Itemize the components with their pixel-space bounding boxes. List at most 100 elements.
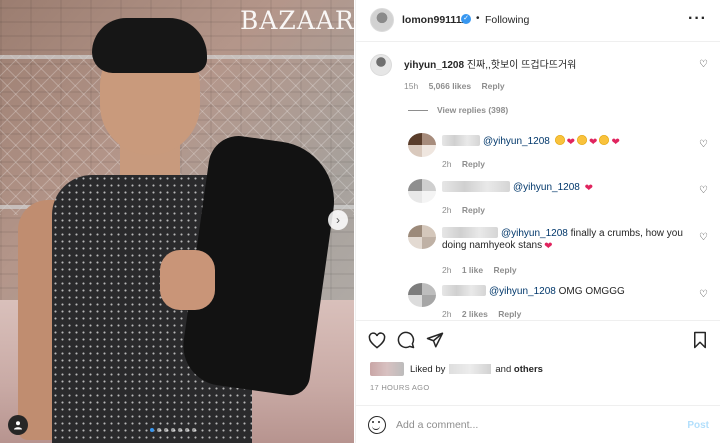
ellipsis-icon[interactable]: ··· bbox=[688, 10, 707, 28]
liked-by-and: and bbox=[495, 363, 512, 375]
comment-icon[interactable] bbox=[397, 331, 415, 349]
emoji-smile-icon[interactable] bbox=[368, 416, 386, 434]
author-avatar[interactable] bbox=[370, 8, 394, 32]
heart-outline-icon[interactable] bbox=[368, 331, 386, 349]
liked-by-others[interactable]: others bbox=[514, 364, 543, 375]
heart-eyes-emoji-icon bbox=[599, 135, 610, 145]
reply-likes-count[interactable]: 2 likes bbox=[462, 309, 488, 319]
carousel-dot bbox=[192, 428, 196, 432]
reply-like-heart-icon[interactable]: ♡ bbox=[699, 186, 709, 196]
post-actions-bar bbox=[356, 320, 720, 360]
next-photo-button[interactable]: › bbox=[328, 210, 348, 230]
view-replies-label: View replies (398) bbox=[437, 105, 509, 115]
red-heart-emoji-icon: ❤ bbox=[589, 137, 598, 148]
person-hair bbox=[92, 18, 207, 73]
redacted-liker-name bbox=[449, 364, 492, 374]
reply-like-heart-icon[interactable]: ♡ bbox=[699, 233, 709, 243]
reply-body-continued: doing namhyeok stans ❤ bbox=[442, 240, 552, 252]
heart-eyes-emoji-icon bbox=[554, 135, 565, 145]
red-heart-emoji-icon: ❤ bbox=[611, 137, 620, 148]
reply-mention[interactable]: @yihyun_1208 bbox=[513, 182, 580, 193]
view-replies-button[interactable]: View replies (398) bbox=[408, 105, 508, 115]
comment-like-heart-icon[interactable]: ♡ bbox=[699, 60, 709, 70]
reply-like-heart-icon[interactable]: ♡ bbox=[699, 290, 709, 300]
reply-reply-button[interactable]: Reply bbox=[494, 265, 517, 275]
author-username[interactable]: lomon991111 bbox=[402, 14, 467, 26]
post-button[interactable]: Post bbox=[687, 420, 709, 431]
comment-input[interactable] bbox=[396, 415, 666, 435]
tagged-users-button[interactable] bbox=[8, 415, 28, 435]
reply-meta: 2h Reply bbox=[442, 159, 485, 169]
post-header: lomon991111 ✓ • Following ··· bbox=[356, 0, 720, 42]
post-timestamp: 17 HOURS AGO bbox=[370, 383, 430, 392]
carousel-dot bbox=[150, 428, 154, 432]
reply-reply-button[interactable]: Reply bbox=[462, 205, 485, 215]
reply-text: OMG OMGGG bbox=[555, 286, 625, 297]
red-heart-emoji-icon: ❤ bbox=[544, 241, 553, 252]
red-heart-emoji-icon: ❤ bbox=[566, 137, 576, 148]
reply-likes-count[interactable]: 1 like bbox=[462, 265, 483, 275]
reply-time: 2h bbox=[442, 159, 452, 169]
following-button[interactable]: Following bbox=[485, 14, 529, 26]
reply-avatar[interactable] bbox=[408, 225, 436, 249]
reply-reply-button[interactable]: Reply bbox=[462, 159, 485, 169]
reply-meta: 2h 2 likes Reply bbox=[442, 309, 521, 319]
comment-text: 진짜,,핫보이 뜨겁다뜨거워 bbox=[466, 60, 577, 71]
reply-mention[interactable]: @yihyun_1208 bbox=[501, 228, 568, 239]
reply-body: @yihyun_1208 ❤ ❤ ❤ bbox=[442, 135, 620, 148]
comment-body: yihyun_1208 진짜,,핫보이 뜨겁다뜨거워 bbox=[404, 56, 576, 71]
redacted-username bbox=[442, 181, 510, 192]
comment-username[interactable]: yihyun_1208 bbox=[404, 60, 464, 71]
reply-like-heart-icon[interactable]: ♡ bbox=[699, 140, 709, 150]
liked-by-summary[interactable]: Liked by and others bbox=[370, 362, 543, 376]
reply-avatar[interactable] bbox=[408, 283, 436, 307]
commenter-avatar[interactable] bbox=[370, 54, 392, 76]
reply-body: @yihyun_1208 finally a crumbs, how you bbox=[442, 227, 683, 239]
comment-time: 15h bbox=[404, 81, 419, 91]
reply-body: @yihyun_1208 OMG OMGGG bbox=[442, 285, 625, 297]
replies-divider-line bbox=[408, 109, 428, 111]
red-heart-emoji-icon: ❤ bbox=[584, 183, 594, 194]
redacted-username bbox=[442, 135, 480, 146]
comment-meta: 15h 5,066 likes Reply bbox=[404, 81, 505, 91]
reply-time: 2h bbox=[442, 309, 452, 319]
bazaar-logo: BAZAAR bbox=[240, 6, 354, 35]
reply-time: 2h bbox=[442, 205, 452, 215]
bookmark-icon[interactable] bbox=[691, 331, 709, 349]
chevron-right-icon: › bbox=[336, 213, 340, 227]
instagram-post-window: BAZAAR › lomon991111 ✓ • Following ··· y… bbox=[0, 0, 720, 443]
reply-reply-button[interactable]: Reply bbox=[498, 309, 521, 319]
post-sidebar: lomon991111 ✓ • Following ··· yihyun_120… bbox=[355, 0, 720, 443]
comment-reply-button[interactable]: Reply bbox=[481, 81, 504, 91]
verified-badge-icon: ✓ bbox=[461, 14, 471, 24]
comment-composer: Post bbox=[356, 405, 720, 443]
carousel-dots bbox=[150, 428, 196, 432]
reply-time: 2h bbox=[442, 265, 452, 275]
reply-avatar[interactable] bbox=[408, 179, 436, 203]
comments-list[interactable]: yihyun_1208 진짜,,핫보이 뜨겁다뜨거워 ♡ 15h 5,066 l… bbox=[356, 43, 720, 320]
reply-meta: 2h Reply bbox=[442, 205, 485, 215]
reply-mention[interactable]: @yihyun_1208 bbox=[483, 136, 550, 147]
carousel-dot bbox=[157, 428, 161, 432]
reply-mention[interactable]: @yihyun_1208 bbox=[489, 286, 556, 297]
send-icon[interactable] bbox=[426, 331, 444, 349]
reply-body: @yihyun_1208 ❤ bbox=[442, 181, 593, 194]
carousel-dot bbox=[164, 428, 168, 432]
reply-avatar[interactable] bbox=[408, 133, 436, 157]
heart-eyes-emoji-icon bbox=[577, 135, 588, 145]
carousel-dot bbox=[171, 428, 175, 432]
carousel-dot bbox=[178, 428, 182, 432]
reply-text-line2: doing namhyeok stans bbox=[442, 240, 543, 251]
reply-meta: 2h 1 like Reply bbox=[442, 265, 517, 275]
reply-text: finally a crumbs, how you bbox=[567, 228, 683, 239]
redacted-username bbox=[442, 285, 486, 296]
comment-likes-count[interactable]: 5,066 likes bbox=[429, 81, 472, 91]
liker-avatars bbox=[370, 362, 404, 376]
post-photo[interactable]: BAZAAR › bbox=[0, 0, 354, 443]
user-tag-icon bbox=[14, 421, 22, 430]
header-separator: • bbox=[476, 13, 480, 24]
person-hand bbox=[160, 250, 215, 310]
liked-by-prefix: Liked by bbox=[410, 363, 446, 375]
carousel-dot bbox=[185, 428, 189, 432]
redacted-username bbox=[442, 227, 498, 238]
